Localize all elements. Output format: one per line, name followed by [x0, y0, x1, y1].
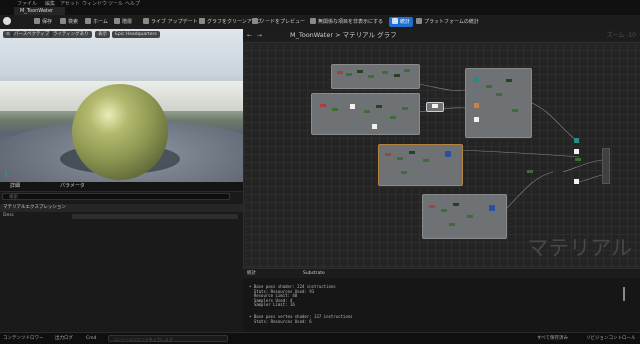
vertex-shader-stats: • Base pass vertex shader: 137 instructi…	[249, 314, 353, 324]
node-preview-icon	[252, 18, 258, 24]
node-preview-button[interactable]: ノードをプレビュー	[252, 17, 305, 27]
revision-control-button[interactable]: リビジョンコントロール	[586, 333, 636, 344]
hide-unrelated-icon	[310, 18, 316, 24]
material-node-group[interactable]	[378, 144, 463, 186]
asset-tab[interactable]: M_ToonWater	[14, 7, 66, 15]
live-update-button[interactable]: ライブ アップデート	[143, 17, 198, 27]
details-panel: 詳細 パラメータ 検索 マテリアルエクスプレッション Desc	[0, 182, 243, 332]
details-tab-bar: 詳細 パラメータ	[0, 182, 243, 192]
hide-unrelated-label: 無関係な項目を非表示にする	[318, 19, 384, 25]
material-node-group[interactable]	[465, 68, 532, 138]
search-icon	[60, 18, 66, 24]
menu-item-window[interactable]: ウィンドウ	[82, 0, 107, 7]
browse-button[interactable]: 検索	[60, 17, 78, 27]
material-node-group[interactable]	[331, 64, 420, 89]
material-node[interactable]	[426, 102, 444, 112]
menu-item-file[interactable]: ファイル	[17, 0, 37, 7]
platform-stats-icon	[416, 18, 422, 24]
preview-viewport[interactable]: ≡ パースペクティブ ライティングあり 表示 Epic Headquarters	[0, 29, 243, 182]
cmd-dropdown[interactable]: Cmd	[86, 333, 96, 344]
material-output-node[interactable]	[602, 148, 610, 184]
stats-button[interactable]: 統計	[389, 17, 414, 27]
live-update-label: ライブ アップデート	[151, 19, 198, 25]
tab-details[interactable]: 詳細	[2, 182, 20, 191]
material-node-group[interactable]	[311, 93, 420, 135]
status-bar: コンテンツドロワー 出力ログ Cmd コンソールコマンドを入力します すべて保存…	[0, 332, 640, 344]
stats-panel: 統計 Substrate • Base pass shader: 224 ins…	[243, 268, 640, 333]
node-preview-label: ノードをプレビュー	[260, 19, 306, 25]
home-label: ホーム	[93, 19, 108, 25]
toolbar: 保存 検索 ホーム 階層 ライブ アップデート グラフをクリーンアップ ノードを…	[0, 15, 640, 30]
stats-label: 統計	[400, 19, 411, 25]
pixel-shader-stats: • Base pass shader: 224 instructions Sta…	[249, 284, 336, 308]
save-label: 保存	[42, 19, 53, 25]
stats-tab-bar: 統計 Substrate	[243, 269, 640, 278]
back-arrow-icon[interactable]: ←	[247, 32, 252, 39]
unreal-logo-icon[interactable]	[3, 17, 13, 27]
save-button[interactable]: 保存	[34, 17, 52, 27]
tab-parameters[interactable]: パラメータ	[52, 182, 85, 191]
graph-breadcrumb: M_ToonWater > マテリアル グラフ	[290, 31, 397, 39]
hierarchy-label: 階層	[122, 19, 133, 25]
live-update-icon	[143, 18, 149, 24]
menu-item-tools[interactable]: ツール	[108, 0, 123, 7]
tab-substrate[interactable]: Substrate	[303, 269, 325, 278]
hierarchy-icon	[114, 18, 120, 24]
content-drawer-button[interactable]: コンテンツドロワー	[3, 333, 44, 344]
axis-gizmo-icon	[5, 171, 12, 178]
material-graph-canvas[interactable]: マテリアル	[243, 42, 640, 268]
menu-item-help[interactable]: ヘルプ	[125, 0, 140, 7]
hierarchy-button[interactable]: 階層	[114, 17, 132, 27]
details-search-input[interactable]: 検索	[2, 193, 230, 200]
material-node-group[interactable]	[422, 194, 507, 239]
menu-item-asset[interactable]: アセット	[60, 0, 80, 7]
preview-sphere	[72, 84, 168, 180]
hdri-button[interactable]: Epic Headquarters	[112, 31, 160, 38]
tab-stats[interactable]: 統計	[247, 269, 256, 278]
browse-label: 検索	[68, 19, 79, 25]
platform-stats-button[interactable]: プラットフォームの統計	[416, 17, 479, 27]
zoom-label: ズーム -10	[606, 32, 636, 39]
save-icon	[34, 18, 40, 24]
lit-button[interactable]: ライティングあり	[50, 31, 92, 38]
save-status[interactable]: すべて保存済み	[537, 333, 568, 344]
home-icon	[85, 18, 91, 24]
menu-item-edit[interactable]: 編集	[45, 0, 55, 7]
graph-watermark: マテリアル	[527, 236, 632, 260]
stats-icon	[392, 18, 398, 24]
graph-header: ← → M_ToonWater > マテリアル グラフ ズーム -10	[243, 29, 640, 43]
home-button[interactable]: ホーム	[85, 17, 108, 27]
platform-stats-label: プラットフォームの統計	[424, 19, 479, 25]
forward-arrow-icon[interactable]: →	[257, 32, 262, 39]
hide-unrelated-button[interactable]: 無関係な項目を非表示にする	[310, 17, 383, 27]
show-button[interactable]: 表示	[95, 31, 110, 38]
console-input[interactable]: コンソールコマンドを入力します	[108, 335, 228, 342]
menu-bar: ファイル 編集 アセット ウィンドウ ツール ヘルプ	[0, 0, 640, 7]
stats-scrollbar[interactable]	[623, 287, 625, 301]
output-log-button[interactable]: 出力ログ	[55, 333, 73, 344]
clean-graph-icon	[199, 18, 205, 24]
material-expression-section[interactable]: マテリアルエクスプレッション	[0, 204, 243, 212]
desc-field[interactable]	[72, 214, 238, 219]
perspective-button[interactable]: パースペクティブ	[11, 31, 53, 38]
